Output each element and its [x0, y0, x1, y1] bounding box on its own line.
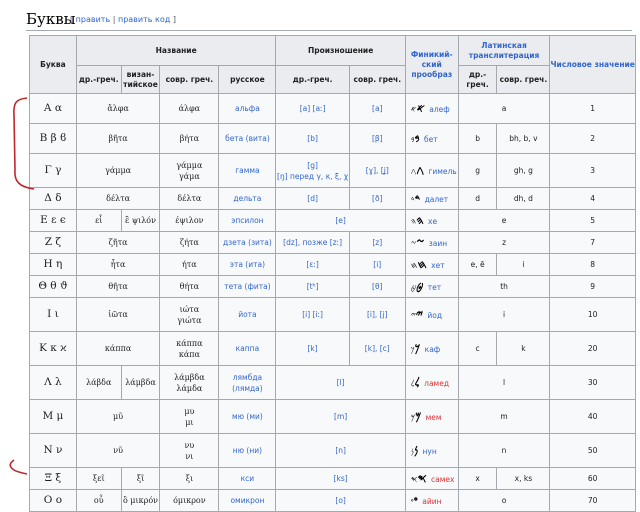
red-annotation-marks: [9, 97, 35, 475]
latin-cell: o: [457, 489, 551, 512]
phoenician-glyph-icon: 𐤏: [413, 493, 418, 507]
pronunciation-cell[interactable]: [o]: [275, 489, 406, 512]
table-row: Ο ο οὖ ὂ μικρόν όμικρον омикрон [o] 𐤏𐤏 айин o 70: [29, 489, 636, 512]
numeric-value-cell: 70: [549, 489, 636, 512]
phoenician-cell: 𐤏𐤏 айин: [404, 489, 459, 512]
name-byz-cell: ὂ μικρόν: [120, 489, 161, 512]
phoenician-name-link[interactable]: айин: [422, 497, 441, 506]
name-ru-link[interactable]: омикрон: [218, 489, 277, 512]
name-mod-cell: όμικρον: [159, 489, 220, 512]
name-old-cell: οὖ: [75, 489, 122, 512]
letter-cell: Ο ο: [29, 489, 77, 512]
